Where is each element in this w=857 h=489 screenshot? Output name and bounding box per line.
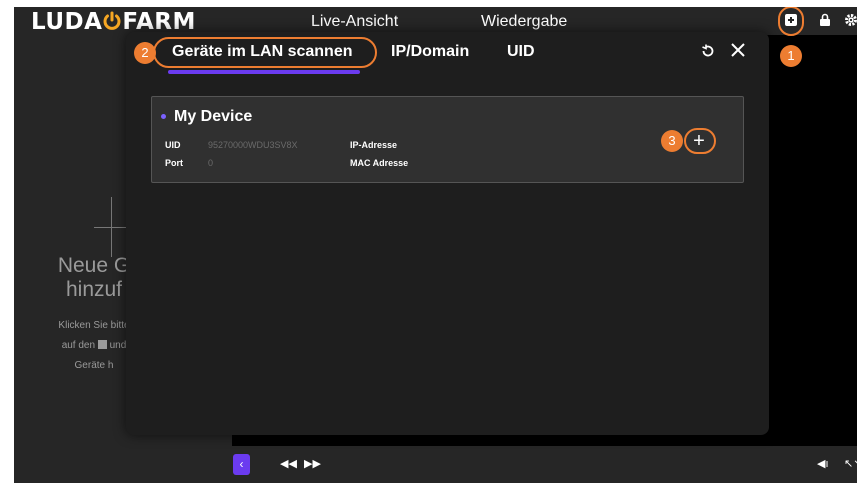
top-bar: LUDA FARM Live-Ansicht Wiedergabe [14,7,857,35]
tab-uid[interactable]: UID [507,43,535,61]
lock-icon[interactable] [818,13,832,27]
app-window: LUDA FARM Live-Ansicht Wiedergabe Neue G… [14,7,857,483]
port-label: Port [165,158,183,168]
annotation-badge-3: 3 [661,130,683,152]
device-card[interactable]: My Device UID 95270000WDU3SV8X Port 0 IP… [151,96,744,183]
tab-playback[interactable]: Wiedergabe [481,13,567,31]
add-device-inline-icon [97,340,107,349]
uid-label: UID [165,140,181,150]
power-icon [102,9,122,35]
annotation-badge-2: 2 [134,42,156,64]
scan-devices-dialog: Geräte im LAN scannen IP/Domain UID My D… [126,32,769,435]
tab-live-view[interactable]: Live-Ansicht [311,13,398,31]
annotation-ring-1 [778,7,804,36]
close-icon[interactable] [730,41,746,64]
mac-address-label: MAC Adresse [350,158,409,168]
volume-icon[interactable]: ◀ı [817,457,829,470]
fullscreen-icon[interactable]: ↖↘ [844,457,857,470]
fast-forward-icon[interactable]: ▶▶ [304,457,321,470]
status-dot [161,114,166,119]
port-value: 0 [208,158,214,168]
annotation-badge-1: 1 [780,45,802,67]
refresh-icon[interactable] [700,42,716,65]
bottom-bar: ‹ ◀◀ ▶▶ ◀ı ↖↘ [14,446,857,483]
collapse-sidebar-button[interactable]: ‹ [233,454,250,475]
active-tab-indicator [168,70,360,74]
tab-ip-domain[interactable]: IP/Domain [391,43,469,61]
plus-icon[interactable] [94,197,128,257]
annotation-ring-2 [153,37,377,68]
device-name: My Device [174,108,253,125]
uid-value: 95270000WDU3SV8X [208,140,298,150]
ip-address-label: IP-Adresse [350,140,398,150]
rewind-icon[interactable]: ◀◀ [280,457,297,470]
gear-icon[interactable] [844,13,857,27]
annotation-ring-3 [684,128,716,154]
